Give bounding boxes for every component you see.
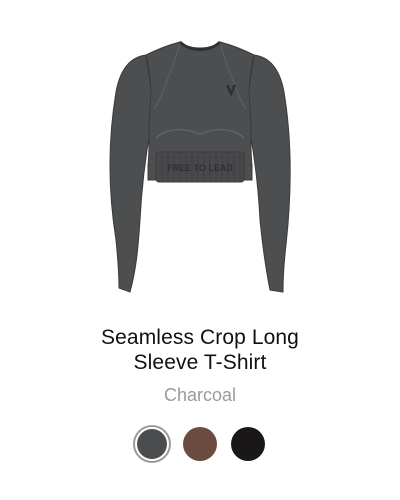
product-card: FREE TO LEAD Seamless Crop Long Sleeve T… — [0, 0, 400, 500]
hem-print-text: FREE TO LEAD — [167, 163, 233, 173]
product-image[interactable]: FREE TO LEAD — [90, 30, 310, 300]
product-title-line-2: Sleeve T-Shirt — [133, 351, 267, 374]
swatch-charcoal[interactable] — [133, 425, 171, 463]
product-title-line-1: Seamless Crop Long — [101, 326, 299, 349]
color-swatches — [0, 425, 400, 463]
swatch-brown-fill — [183, 427, 217, 461]
right-sleeve — [245, 54, 291, 293]
swatch-charcoal-fill — [137, 429, 167, 459]
swatch-black-fill — [231, 427, 265, 461]
swatch-brown[interactable] — [181, 425, 219, 463]
left-sleeve — [109, 54, 155, 293]
product-title[interactable]: Seamless Crop Long Sleeve T-Shirt — [0, 325, 400, 375]
swatch-black[interactable] — [229, 425, 267, 463]
selected-color-label: Charcoal — [163, 385, 237, 405]
